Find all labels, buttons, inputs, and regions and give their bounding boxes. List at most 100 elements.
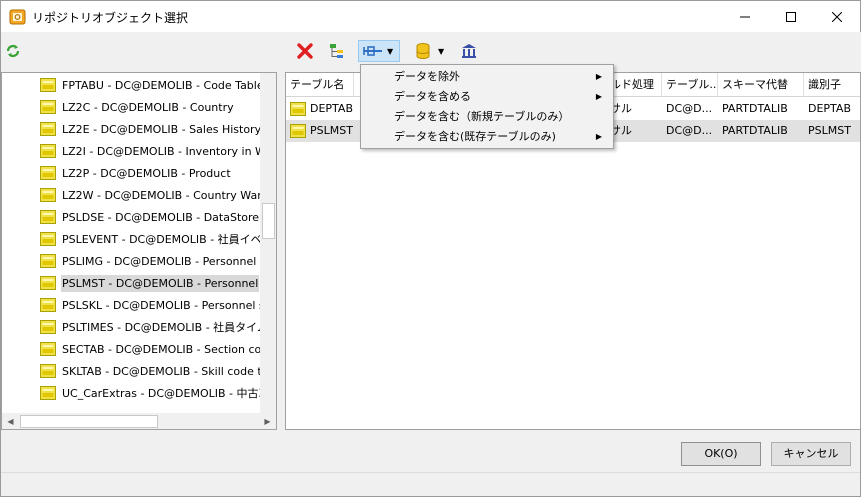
title-bar: リポジトリオブジェクト選択 — [1, 1, 860, 32]
database-dropdown-button[interactable]: ▼ — [412, 40, 448, 62]
column-header-table[interactable]: テーブル... — [662, 73, 718, 97]
tree-item-label: LZ2I - DC@DEMOLIB - Inventory in Ware — [62, 144, 277, 158]
cell-table: DC@D... — [666, 102, 713, 115]
cell-identifier: PSLMST — [808, 124, 851, 137]
tree-item[interactable]: SKLTAB - DC@DEMOLIB - Skill code table — [40, 361, 277, 381]
tree-item-label: PSLMST - DC@DEMOLIB - Personnel — [61, 274, 260, 292]
table-icon — [40, 210, 56, 224]
table-icon — [40, 232, 56, 246]
library-button[interactable] — [460, 40, 480, 62]
minimize-button[interactable] — [722, 1, 768, 32]
tree-item[interactable]: LZ2P - DC@DEMOLIB - Product — [40, 163, 232, 183]
hierarchy-icon — [330, 44, 343, 58]
ok-button[interactable]: OK(O) — [681, 442, 761, 466]
scroll-left-icon[interactable]: ◀ — [2, 413, 19, 429]
menu-item-label: データを含む(既存テーブルのみ) — [394, 130, 556, 143]
column-header-identifier[interactable]: 識別子 — [804, 73, 860, 97]
column-header-schema-alternate[interactable]: スキーマ代替 — [718, 73, 804, 97]
tree-item[interactable]: LZ2I - DC@DEMOLIB - Inventory in Ware — [40, 141, 277, 161]
button-bar: OK(O) キャンセル — [1, 430, 860, 472]
table-icon — [40, 122, 56, 136]
cell-identifier: DEPTAB — [808, 102, 851, 115]
tree-item-label: PSLEVENT - DC@DEMOLIB - 社員イベント D — [62, 233, 277, 246]
cell-field-processing: サル — [610, 124, 632, 137]
table-icon — [40, 166, 56, 180]
tree-item[interactable]: LZ2C - DC@DEMOLIB - Country — [40, 97, 235, 117]
table-name-text: PSLMST — [310, 124, 353, 137]
cell-table-name: DEPTAB — [286, 98, 354, 120]
tree-vertical-scrollbar[interactable] — [260, 73, 276, 413]
tree-item-label: PSLSKL - DC@DEMOLIB - Personnel skills — [62, 298, 277, 312]
pane-splitter[interactable] — [277, 72, 285, 430]
tree-item[interactable]: LZ2E - DC@DEMOLIB - Sales History — [40, 119, 262, 139]
menu-item-include-data-new-tables[interactable]: データを含む（新規テーブルのみ） — [361, 107, 613, 127]
table-icon — [40, 364, 56, 378]
table-icon — [40, 78, 56, 92]
menu-item-include-data[interactable]: データを含める ▶ — [361, 87, 613, 107]
minimize-icon — [740, 16, 750, 17]
tree-item[interactable]: UC_CarExtras - DC@DEMOLIB - 中古車 - — [40, 383, 277, 403]
tree-item[interactable]: PSLTIMES - DC@DEMOLIB - 社員タイムシー — [40, 317, 277, 337]
tree-item-label: PSLIMG - DC@DEMOLIB - Personnel Imag — [62, 254, 277, 268]
refresh-icon[interactable] — [5, 43, 21, 59]
tree-item[interactable]: PSLIMG - DC@DEMOLIB - Personnel Imag — [40, 251, 277, 271]
tree-horizontal-scrollbar[interactable]: ◀ ▶ — [2, 413, 276, 429]
window-title: リポジトリオブジェクト選択 — [32, 11, 189, 25]
tree-item-label: SECTAB - DC@DEMOLIB - Section code ta — [62, 342, 277, 356]
table-icon — [290, 102, 306, 116]
table-icon — [40, 100, 56, 114]
tree-item-label: PSLDSE - DC@DEMOLIB - DataStore Ever — [62, 210, 277, 224]
tree-item[interactable]: PSLSKL - DC@DEMOLIB - Personnel skills — [40, 295, 277, 315]
column-header-field-processing[interactable]: ルド処理 — [606, 73, 662, 97]
table-icon — [40, 188, 56, 202]
table-icon — [290, 124, 306, 138]
table-icon — [40, 298, 56, 312]
tree-item[interactable]: PSLEVENT - DC@DEMOLIB - 社員イベント D — [40, 229, 277, 249]
scroll-right-icon[interactable]: ▶ — [259, 413, 276, 429]
cell-schema-alternate: PARTDTALIB — [722, 124, 788, 137]
tree-item-label: PSLTIMES - DC@DEMOLIB - 社員タイムシー — [62, 321, 277, 334]
tree-item-label: LZ2C - DC@DEMOLIB - Country — [62, 100, 234, 114]
table-icon — [40, 386, 56, 400]
table-icon — [40, 254, 56, 268]
repository-tree[interactable]: FPTABU - DC@DEMOLIB - Code Table Uni LZ2C… — [1, 72, 277, 430]
library-icon — [462, 44, 476, 58]
maximize-button[interactable] — [768, 1, 814, 32]
close-button[interactable] — [814, 1, 860, 32]
delete-button[interactable] — [296, 40, 316, 62]
chevron-down-icon: ▼ — [438, 46, 445, 56]
tree-item-label: LZ2P - DC@DEMOLIB - Product — [62, 166, 231, 180]
tree-horizontal-scroll-thumb[interactable] — [20, 415, 158, 428]
chevron-down-icon: ▼ — [387, 46, 394, 56]
data-option-menu: データを除外 ▶ データを含める ▶ データを含む（新規テーブルのみ） データを… — [360, 64, 614, 149]
hierarchy-button[interactable] — [328, 40, 348, 62]
tree-item[interactable]: LZ2W - DC@DEMOLIB - Country Warehou — [40, 185, 277, 205]
tree-vertical-scroll-thumb[interactable] — [262, 203, 275, 239]
tree-item-label: LZ2W - DC@DEMOLIB - Country Warehou — [62, 188, 277, 202]
table-icon — [40, 342, 56, 356]
table-icon — [40, 276, 56, 290]
menu-item-label: データを含める — [394, 90, 471, 103]
tree-item[interactable]: FPTABU - DC@DEMOLIB - Code Table Uni — [40, 75, 276, 95]
cell-table: DC@D... — [666, 124, 713, 137]
submenu-arrow-icon: ▶ — [595, 92, 602, 101]
tree-item-label: SKLTAB - DC@DEMOLIB - Skill code table — [62, 364, 277, 378]
table-connect-icon — [363, 46, 382, 56]
menu-item-label: データを除外 — [394, 70, 460, 83]
maximize-icon — [786, 11, 796, 22]
tree-item[interactable]: SECTAB - DC@DEMOLIB - Section code ta — [40, 339, 277, 359]
cell-table-name: PSLMST — [286, 120, 354, 142]
tree-item[interactable]: PSLDSE - DC@DEMOLIB - DataStore Ever — [40, 207, 277, 227]
tree-item-label: UC_CarExtras - DC@DEMOLIB - 中古車 - — [62, 387, 277, 400]
cell-field-processing: サル — [610, 102, 632, 115]
table-name-text: DEPTAB — [310, 102, 353, 115]
menu-item-include-data-existing-tables[interactable]: データを含む(既存テーブルのみ) ▶ — [361, 127, 613, 147]
data-option-dropdown-button[interactable]: ▼ — [358, 40, 400, 62]
cell-schema-alternate: PARTDTALIB — [722, 102, 788, 115]
dialog-window: リポジトリオブジェクト選択 FPTABU - DC@DEMOLIB - Code… — [0, 0, 861, 497]
repository-icon — [9, 9, 26, 25]
column-header-table-name[interactable]: テーブル名 — [286, 73, 354, 97]
cancel-button[interactable]: キャンセル — [771, 442, 851, 466]
tree-item[interactable]: PSLMST - DC@DEMOLIB - Personnel — [40, 273, 260, 293]
menu-item-exclude-data[interactable]: データを除外 ▶ — [361, 67, 613, 87]
